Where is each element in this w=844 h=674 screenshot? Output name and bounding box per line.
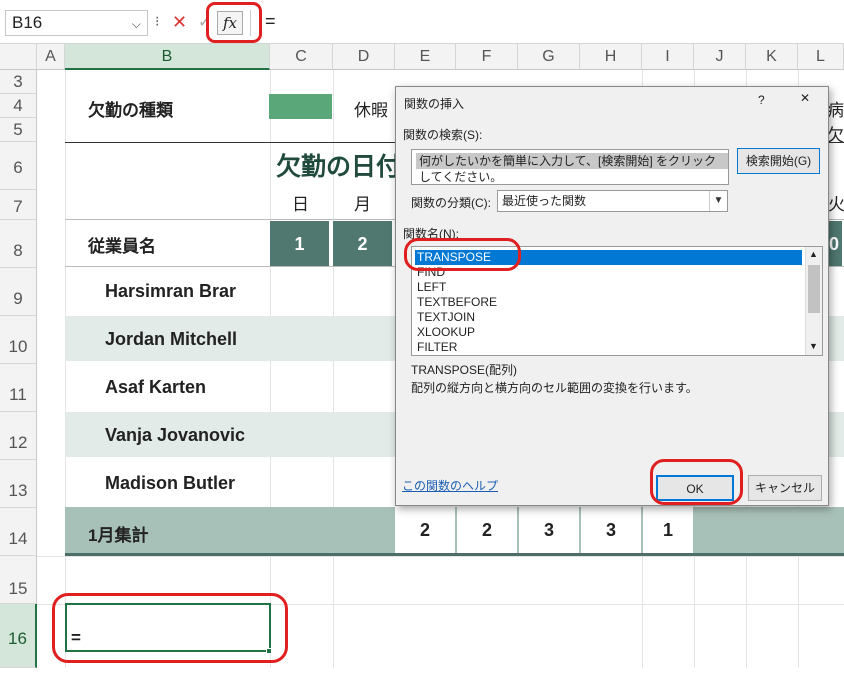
legend-vacation-label: 休暇 [354,101,388,120]
chevron-down-icon[interactable]: ⌵ [132,14,141,34]
day-partial-cell: 0 [829,221,844,267]
scroll-down-icon[interactable]: ▼ [809,341,818,351]
row-header-10[interactable]: 10 [0,316,37,364]
legend-sick-label: 病欠 [827,101,844,145]
function-search-input[interactable]: 何がしたいかを簡単に入力して、[検索開始] をクリックしてください。 [411,149,729,185]
name-box-value: B16 [12,13,43,32]
col-header-g[interactable]: G [518,44,580,70]
col-header-c[interactable]: C [270,44,333,70]
weekday-sun: 日 [292,195,309,214]
col-header-k[interactable]: K [746,44,798,70]
cancel-formula-icon[interactable]: ✕ [172,12,187,32]
col-header-e[interactable]: E [395,44,456,70]
scroll-thumb[interactable] [808,265,820,313]
col-header-b[interactable]: B [65,44,270,70]
function-help-link[interactable]: この関数のヘルプ [402,477,498,494]
employee-name[interactable]: Vanja Jovanovic [105,425,245,446]
col-header-f[interactable]: F [456,44,518,70]
row-header-6[interactable]: 6 [0,142,37,190]
row-header-13[interactable]: 13 [0,460,37,508]
total-value[interactable]: 2 [457,507,517,553]
highlight-ring-ok [650,459,743,505]
help-icon[interactable]: ? [758,93,765,107]
calendar-title: 欠勤の日付 [276,153,402,181]
row-header-7[interactable]: 7 [0,190,37,220]
search-label: 関数の検索(S): [403,128,483,142]
day-1-cell: 1 [270,221,331,267]
employee-header: 従業員名 [88,237,156,256]
function-item[interactable]: XLOOKUP [415,325,802,340]
chevron-down-icon[interactable]: ▼ [709,191,727,211]
function-item[interactable]: TEXTBEFORE [415,295,802,310]
gridline [37,556,844,557]
highlight-ring-transpose [404,238,521,271]
function-description: 配列の縦方向と横方向のセル範囲の変換を行います。 [411,381,698,395]
employee-name[interactable]: Madison Butler [105,473,235,494]
col-header-i[interactable]: I [642,44,694,70]
total-bottom-rule [65,553,844,556]
employee-name[interactable]: Jordan Mitchell [105,329,237,350]
row-header-8[interactable]: 8 [0,220,37,268]
dialog-title: 関数の挿入 [404,97,465,111]
category-label: 関数の分類(C): [411,196,491,210]
function-item[interactable]: LEFT [415,280,802,295]
row-header-4[interactable]: 4 [0,94,37,118]
cancel-button[interactable]: キャンセル [748,475,822,501]
weekday-mon: 月 [354,195,371,214]
name-box[interactable]: B16 ⌵ [5,10,148,36]
gridline [270,70,271,668]
total-value[interactable]: 1 [643,507,693,553]
category-value: 最近使った関数 [502,194,587,208]
col-header-h[interactable]: H [580,44,642,70]
highlight-ring-cell [52,593,288,663]
row-header-16[interactable]: 16 [0,604,37,668]
total-value[interactable]: 2 [395,507,455,553]
row-header-12[interactable]: 12 [0,412,37,460]
more-icon[interactable]: ⁝ [155,13,159,30]
total-value[interactable]: 3 [581,507,641,553]
formula-bar-divider [250,10,251,36]
row-header-15[interactable]: 15 [0,556,37,604]
employee-name[interactable]: Harsimran Brar [105,281,236,302]
search-placeholder: 何がしたいかを簡単に入力して、[検索開始] をクリックしてください。 [416,153,728,184]
day-2-cell: 2 [333,221,394,267]
gridline [65,70,66,668]
employee-name[interactable]: Asaf Karten [105,377,206,398]
row-header-11[interactable]: 11 [0,364,37,412]
select-all-corner[interactable] [0,44,37,70]
list-scrollbar[interactable]: ▲ ▼ [805,247,822,355]
close-icon[interactable]: ✕ [800,91,810,105]
row-header-14[interactable]: 14 [0,508,37,556]
col-header-l[interactable]: L [798,44,844,70]
col-header-d[interactable]: D [333,44,395,70]
legend-vacation-swatch [269,94,332,119]
row-header-3[interactable]: 3 [0,70,37,94]
function-item[interactable]: FILTER [415,340,802,355]
absence-type-label: 欠勤の種類 [88,101,173,120]
insert-function-dialog: 関数の挿入 ? ✕ 関数の検索(S): 何がしたいかを簡単に入力して、[検索開始… [395,86,829,506]
total-value[interactable]: 3 [519,507,579,553]
scroll-up-icon[interactable]: ▲ [809,249,818,259]
function-syntax: TRANSPOSE(配列) [411,363,518,377]
highlight-ring-fx [206,2,262,43]
formula-input[interactable]: = [265,11,276,32]
col-header-a[interactable]: A [37,44,65,70]
total-label: 1月集計 [88,526,149,545]
col-header-j[interactable]: J [694,44,746,70]
weekday-partial: 火 [828,195,844,214]
row-header-5[interactable]: 5 [0,118,37,142]
search-go-button[interactable]: 検索開始(G) [737,148,820,174]
row-header-9[interactable]: 9 [0,268,37,316]
category-select[interactable]: 最近使った関数 ▼ [497,190,728,212]
function-item[interactable]: TEXTJOIN [415,310,802,325]
